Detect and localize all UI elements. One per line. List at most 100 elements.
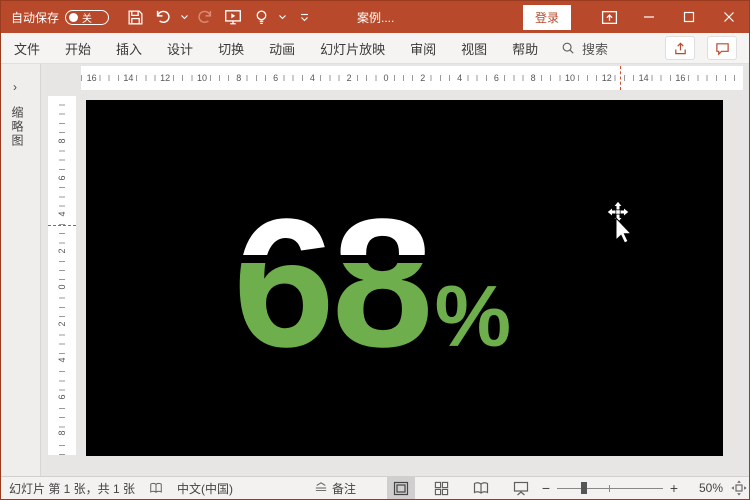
h-ruler-label: 8: [234, 73, 244, 83]
zoom-in-button[interactable]: +: [667, 480, 681, 496]
slideshow-view-icon: [513, 481, 529, 495]
powerpoint-window: 自动保存 关 案例.... 登录 文件 开始 插入 设计 切换 动画 幻灯片放映…: [0, 0, 750, 500]
proofing-book-icon: [150, 482, 162, 493]
h-ruler-label: 4: [307, 73, 317, 83]
proofing-status-button[interactable]: [149, 481, 163, 495]
ideas-button[interactable]: [249, 5, 273, 29]
h-ruler-label: 12: [158, 73, 173, 83]
thumbnail-pane-label: 缩略图: [10, 106, 24, 148]
comments-button[interactable]: [707, 36, 737, 60]
fit-slide-to-window-button[interactable]: [731, 480, 747, 496]
fit-to-window-icon: [731, 480, 747, 496]
h-ruler-label: 2: [344, 73, 354, 83]
ideas-dropdown[interactable]: [277, 5, 287, 29]
redo-button[interactable]: [193, 5, 217, 29]
normal-view-button[interactable]: [387, 477, 415, 499]
minimize-icon: [644, 16, 654, 18]
h-ruler-label: 16: [673, 73, 688, 83]
ribbon-tab-5[interactable]: 动画: [269, 39, 295, 58]
notes-toggle-button[interactable]: 备注: [314, 480, 356, 497]
ribbon-tab-3[interactable]: 设计: [167, 39, 193, 58]
lightbulb-icon: [256, 9, 266, 24]
reading-view-button[interactable]: [467, 477, 495, 499]
maximize-button[interactable]: [669, 1, 709, 33]
autosave-toggle[interactable]: 关: [65, 9, 110, 25]
search-box[interactable]: 搜索: [561, 33, 608, 63]
zoom-slider-track: [557, 487, 663, 489]
share-button[interactable]: [665, 36, 695, 60]
ribbon-display-options-button[interactable]: [589, 1, 629, 33]
zoom-level[interactable]: 50%: [687, 481, 723, 495]
close-button[interactable]: [709, 1, 749, 33]
start-slideshow-button[interactable]: [221, 5, 245, 29]
v-ruler-label: 4: [57, 355, 67, 365]
ribbon-tab-2[interactable]: 插入: [116, 39, 142, 58]
slideshow-view-button[interactable]: [507, 477, 535, 499]
redo-icon: [198, 10, 212, 23]
sign-in-button[interactable]: 登录: [522, 4, 571, 30]
zoom-out-button[interactable]: −: [539, 480, 553, 496]
slide-sorter-icon: [434, 481, 448, 495]
notes-icon: [315, 482, 327, 492]
zoom-slider[interactable]: [557, 481, 663, 495]
slide-position-indicator[interactable]: 幻灯片 第 1 张，共 1 张: [9, 480, 135, 497]
slideshow-icon: [225, 10, 242, 25]
maximize-icon: [683, 11, 695, 23]
normal-view-icon: [393, 481, 409, 495]
save-icon: [128, 9, 143, 25]
slide-canvas[interactable]: 68 68%: [86, 100, 723, 456]
expand-thumbnails-button[interactable]: ›: [13, 80, 17, 94]
vertical-ruler[interactable]: 8 6 4 2 0 2 4 6 8: [48, 96, 76, 455]
save-button[interactable]: [123, 5, 147, 29]
ribbon-tab-row: 文件 开始 插入 设计 切换 动画 幻灯片放映 审阅 视图 帮助 搜索: [1, 33, 749, 64]
h-ruler-label: 8: [528, 73, 538, 83]
h-ruler-label: 0: [381, 73, 391, 83]
reading-view-icon: [473, 482, 489, 494]
view-switcher: [387, 477, 535, 499]
h-ruler-label: 12: [599, 73, 614, 83]
thumbnail-pane-collapsed: › 缩略图: [1, 64, 41, 476]
close-icon: [724, 12, 734, 22]
ribbon-tab-4[interactable]: 切换: [218, 39, 244, 58]
horizontal-ruler[interactable]: 16 14 12 10 8 6 4 2 0 2 4 6 8 10 12 14 16: [81, 66, 743, 90]
h-ruler-label: 10: [194, 73, 210, 83]
ribbon-tab-6[interactable]: 幻灯片放映: [320, 39, 385, 58]
h-ruler-label: 14: [636, 73, 651, 83]
h-ruler-label: 14: [121, 73, 136, 83]
v-ruler-label: 6: [57, 391, 67, 402]
ruler-pointer-marker-v: [48, 225, 76, 226]
autosave-state: 关: [82, 13, 93, 25]
v-ruler-label: 8: [57, 428, 67, 438]
zoom-slider-handle[interactable]: [581, 482, 587, 494]
ruler-pointer-marker-h: [620, 66, 621, 90]
h-ruler-label: 6: [271, 73, 281, 83]
customize-qat-button[interactable]: [299, 5, 309, 29]
h-ruler-label: 16: [84, 73, 99, 83]
ribbon-display-options-icon: [601, 10, 617, 24]
h-ruler-label: 2: [418, 73, 428, 83]
ribbon-tab-1[interactable]: 开始: [65, 39, 91, 58]
minimize-button[interactable]: [629, 1, 669, 33]
h-ruler-label: 6: [491, 73, 501, 83]
title-bar: 自动保存 关 案例.... 登录: [1, 1, 749, 33]
v-ruler-label: 0: [57, 282, 67, 292]
slide-sorter-view-button[interactable]: [427, 477, 455, 499]
v-ruler-label: 8: [57, 136, 67, 146]
ribbon-tab-9[interactable]: 帮助: [512, 39, 538, 58]
big-number: 68 68: [233, 188, 431, 378]
ribbon-tab-7[interactable]: 审阅: [410, 39, 436, 58]
notes-label: 备注: [332, 481, 357, 496]
search-icon: [562, 42, 574, 54]
zoom-controls: − + 50%: [539, 480, 747, 496]
quick-access-toolbar: [123, 5, 309, 29]
undo-dropdown[interactable]: [179, 5, 189, 29]
document-title: 案例....: [357, 10, 395, 25]
percentage-text[interactable]: 68 68%: [233, 188, 511, 412]
language-indicator[interactable]: 中文(中国): [177, 480, 233, 497]
share-icon: [674, 41, 686, 54]
undo-button[interactable]: [151, 5, 175, 29]
ribbon-tab-0[interactable]: 文件: [14, 39, 40, 58]
ribbon-tab-8[interactable]: 视图: [461, 39, 487, 58]
h-ruler-label: 4: [455, 73, 465, 83]
comment-icon: [715, 42, 729, 56]
